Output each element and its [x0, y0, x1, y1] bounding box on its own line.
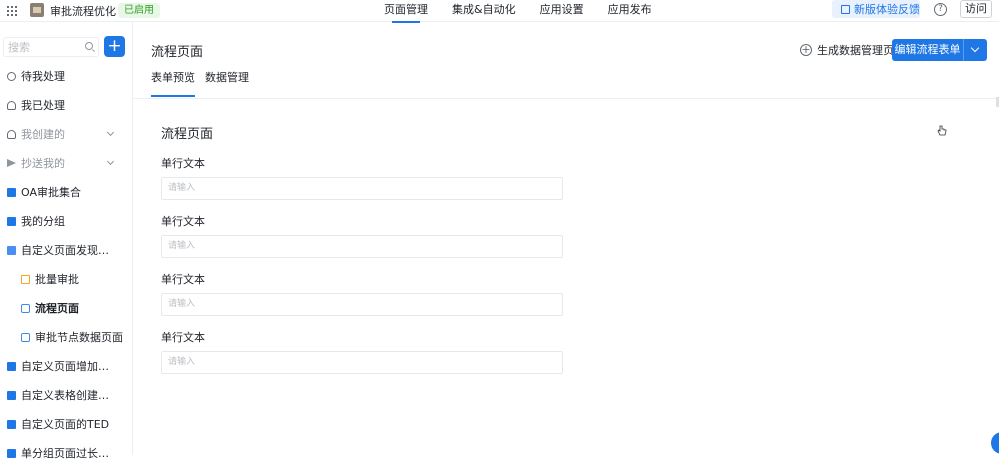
sidebar-item-my-group[interactable]: 我的分组 — [0, 211, 133, 231]
sidebar-item-custom-content[interactable]: 自定义页面增加内容 — [0, 356, 133, 376]
sidebar: + 待我处理 我已处理 我创建的 抄送我的 OA审批集合 我的分组 自定义页面发… — [0, 22, 133, 460]
app-logo-icon — [30, 3, 44, 17]
tab-form-preview[interactable]: 表单预览 — [151, 71, 195, 97]
sidebar-item-flow-page[interactable]: 流程页面 — [0, 298, 133, 318]
tab-page-management[interactable]: 页面管理 — [384, 0, 428, 23]
sidebar-item-oa-collection[interactable]: OA审批集合 — [0, 182, 133, 202]
sidebar-item-custom-batch[interactable]: 自定义页面发现批量... — [0, 240, 133, 260]
form-icon — [21, 274, 30, 284]
sidebar-item-label: 我创建的 — [21, 128, 65, 141]
user-icon — [7, 129, 16, 139]
form-field: 单行文本 请输入 — [161, 329, 563, 374]
folder-icon — [7, 419, 16, 429]
flow-icon — [21, 303, 30, 313]
app-name: 审批流程优化 — [50, 5, 116, 18]
text-input[interactable]: 请输入 — [161, 293, 563, 316]
text-input[interactable]: 请输入 — [161, 177, 563, 200]
field-label: 单行文本 — [161, 331, 205, 344]
folder-icon — [7, 216, 16, 226]
tab-app-publish[interactable]: 应用发布 — [608, 0, 652, 22]
sidebar-item-batch-approval[interactable]: 批量审批 — [0, 269, 133, 289]
folder-icon — [7, 361, 16, 371]
tab-integration-automation[interactable]: 集成&自动化 — [452, 0, 516, 22]
sidebar-item-label: 待我处理 — [21, 70, 65, 83]
form-title: 流程页面 — [161, 127, 214, 142]
visit-button[interactable]: 访问 — [960, 0, 992, 18]
sidebar-item-label: 抄送我的 — [21, 157, 65, 170]
user-icon — [7, 100, 16, 110]
field-label: 单行文本 — [161, 273, 205, 286]
hand-cursor-icon — [937, 125, 947, 136]
feedback-button[interactable]: 新版体验反馈 — [832, 0, 920, 18]
main-content: 流程页面 + 生成数据管理页 编辑流程表单 表单预览 数据管理 流程页面 单行文… — [133, 22, 999, 455]
sidebar-item-label: 批量审批 — [35, 273, 79, 286]
sidebar-item-label: 自定义页面增加内容 — [21, 360, 116, 373]
folder-icon — [7, 187, 16, 197]
form-field: 单行文本 请输入 — [161, 271, 563, 316]
top-bar: 审批流程优化 已启用 页面管理 集成&自动化 应用设置 应用发布 新版体验反馈 … — [0, 0, 999, 23]
sidebar-item-label: OA审批集合 — [21, 186, 81, 199]
folder-icon — [7, 448, 16, 458]
sidebar-item-custom-table[interactable]: 自定义表格创建表单和... — [0, 385, 133, 405]
edit-square-icon — [841, 4, 850, 14]
clock-icon — [7, 71, 16, 81]
sidebar-item-node-data[interactable]: 审批节点数据页面 — [0, 327, 133, 347]
tab-app-settings[interactable]: 应用设置 — [540, 0, 584, 22]
chevron-down-icon[interactable] — [106, 128, 115, 137]
form-field: 单行文本 请输入 — [161, 155, 563, 200]
generate-data-page-label: 生成数据管理页 — [817, 44, 894, 57]
edit-flow-form-label: 编辑流程表单 — [892, 39, 964, 61]
sidebar-item-label: 我已处理 — [21, 99, 65, 112]
app-grid-icon[interactable] — [7, 6, 17, 16]
sidebar-item-label: 自定义页面的TED — [21, 418, 110, 431]
top-nav: 页面管理 集成&自动化 应用设置 应用发布 — [384, 0, 652, 23]
add-button[interactable]: + — [104, 36, 125, 57]
sidebar-item-pending[interactable]: 待我处理 — [0, 66, 133, 86]
help-icon[interactable]: ? — [934, 3, 947, 16]
sidebar-item-custom-ted[interactable]: 自定义页面的TED — [0, 414, 133, 434]
sidebar-item-created[interactable]: 我创建的 — [0, 124, 133, 144]
search-icon[interactable] — [85, 42, 93, 50]
sidebar-item-label: 我的分组 — [21, 215, 65, 228]
field-label: 单行文本 — [161, 157, 205, 170]
folder-open-icon — [7, 245, 16, 255]
chevron-down-icon[interactable] — [964, 39, 987, 61]
field-label: 单行文本 — [161, 215, 205, 228]
form-field: 单行文本 请输入 — [161, 213, 563, 258]
folder-icon — [7, 390, 16, 400]
sidebar-item-cc[interactable]: 抄送我的 — [0, 153, 133, 173]
divider — [133, 98, 999, 99]
sidebar-item-label: 自定义页面发现批量... — [21, 244, 116, 257]
sidebar-item-label: 自定义表格创建表单和... — [21, 389, 116, 402]
sidebar-item-label: 单分组页面过长时候... — [21, 447, 116, 460]
chevron-down-icon[interactable] — [106, 157, 115, 166]
sidebar-item-processed[interactable]: 我已处理 — [0, 95, 133, 115]
sidebar-item-label: 审批节点数据页面 — [35, 331, 123, 344]
edit-flow-form-button[interactable]: 编辑流程表单 — [892, 39, 987, 61]
plus-circle-icon: + — [800, 43, 812, 56]
page-title: 流程页面 — [151, 45, 204, 60]
flow-icon — [21, 332, 30, 342]
generate-data-page-link[interactable]: + 生成数据管理页 — [800, 42, 894, 58]
text-input[interactable]: 请输入 — [161, 351, 563, 374]
tab-data-management[interactable]: 数据管理 — [205, 71, 249, 97]
text-input[interactable]: 请输入 — [161, 235, 563, 258]
status-badge: 已启用 — [118, 3, 160, 18]
send-icon — [7, 159, 16, 167]
sidebar-item-label: 流程页面 — [35, 302, 79, 315]
sub-tabs: 表单预览 数据管理 — [151, 71, 249, 97]
feedback-label: 新版体验反馈 — [854, 3, 920, 16]
search-input[interactable] — [4, 38, 84, 56]
sidebar-item-long-group[interactable]: 单分组页面过长时候... — [0, 443, 133, 463]
search-box — [3, 37, 99, 57]
